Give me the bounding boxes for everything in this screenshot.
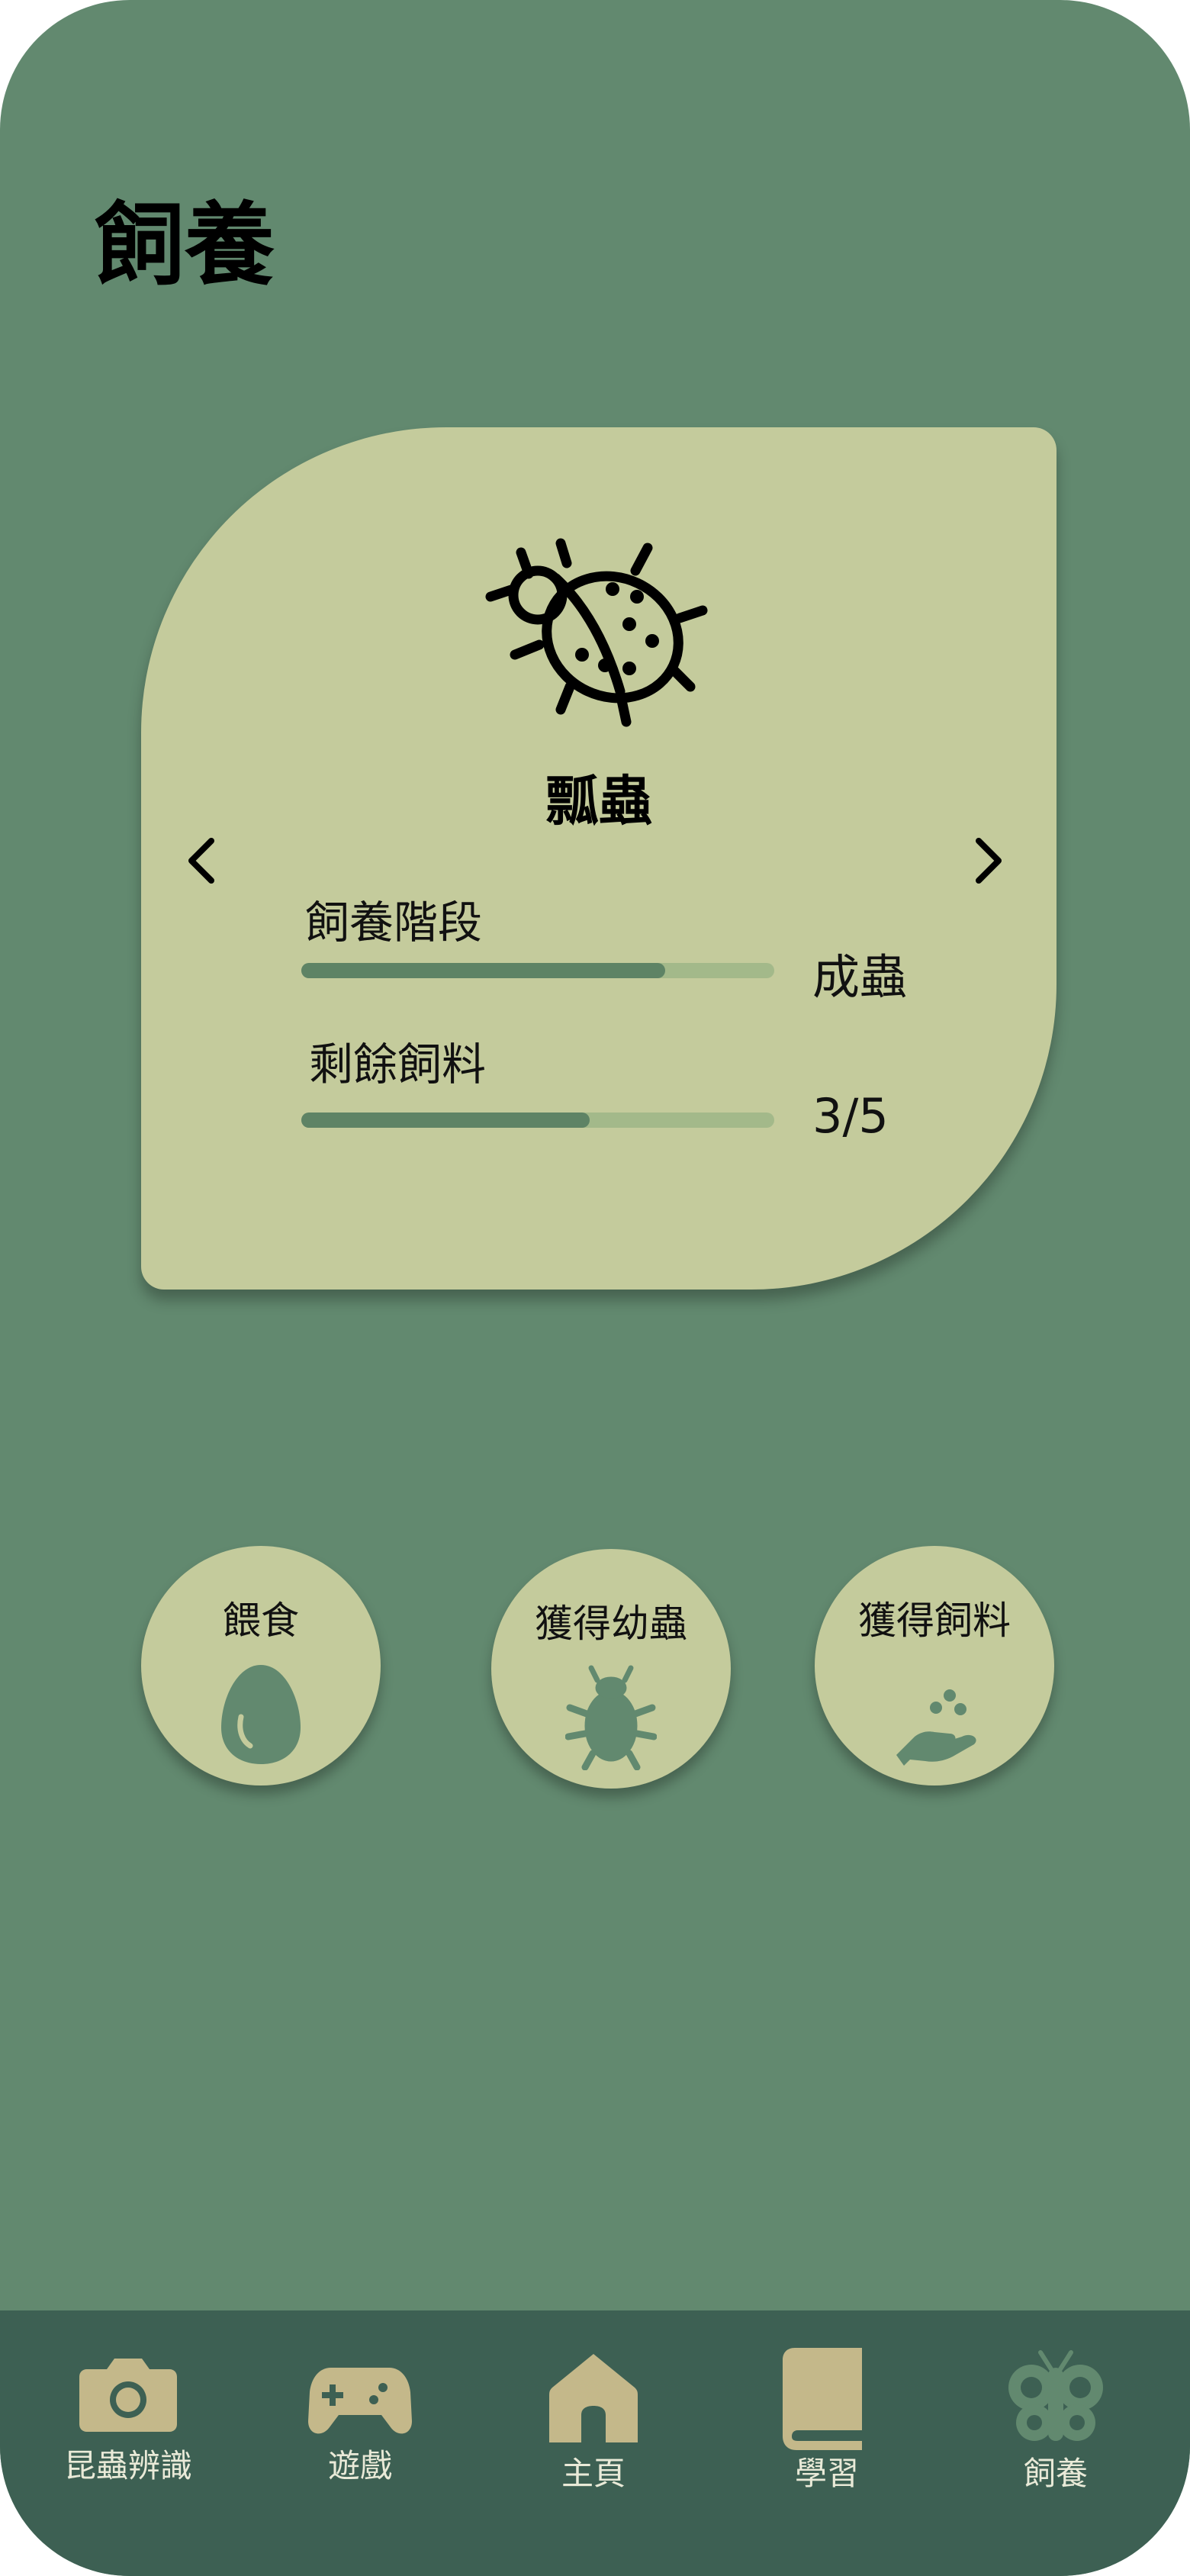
next-arrow-button[interactable] xyxy=(957,830,1018,891)
insect-name: 瓢蟲 xyxy=(545,770,652,832)
tab-games[interactable]: 遊戲 xyxy=(261,2310,459,2539)
tab-learning[interactable]: 學習 xyxy=(728,2310,926,2539)
tab-raising[interactable]: 飼養 xyxy=(957,2310,1155,2539)
stage-label: 飼養階段 xyxy=(305,897,483,948)
bottom-tab-bar: 昆蟲辨識 遊戲 主頁 學習 飼養 xyxy=(0,2310,1190,2576)
get-food-button[interactable]: 獲得飼料 xyxy=(815,1546,1054,1785)
stage-progress-bar xyxy=(301,963,774,978)
tab-insect-identify[interactable]: 昆蟲辨識 xyxy=(29,2310,227,2539)
chevron-left-icon xyxy=(188,838,214,884)
tab-label-insect-identify: 昆蟲辨識 xyxy=(63,2447,192,2484)
page-title: 飼養 xyxy=(95,192,275,298)
tab-label-learning: 學習 xyxy=(794,2455,859,2492)
egg-icon xyxy=(221,1665,301,1764)
previous-arrow-button[interactable] xyxy=(172,830,233,891)
get-larva-button[interactable]: 獲得幼蟲 xyxy=(491,1549,731,1789)
food-progress-bar xyxy=(301,1113,774,1128)
screen: 飼養 瓢蟲 飼養階段 成蟲 剩餘飼料 3/5 餵食 獲得幼蟲 獲得飼料 昆蟲辨識… xyxy=(0,0,1190,2576)
feed-button[interactable]: 餵食 xyxy=(141,1546,381,1785)
tab-label-raising: 飼養 xyxy=(1023,2455,1088,2492)
insect-card: 瓢蟲 飼養階段 成蟲 剩餘飼料 3/5 xyxy=(141,427,1057,1290)
book-icon xyxy=(783,2348,862,2450)
feed-label: 餵食 xyxy=(223,1599,299,1643)
tab-label-games: 遊戲 xyxy=(327,2447,392,2484)
food-progress-fill xyxy=(301,1113,590,1128)
ladybug-icon xyxy=(485,538,708,727)
butterfly-icon xyxy=(1008,2350,1103,2441)
gamepad-icon xyxy=(308,2368,412,2434)
get-larva-label: 獲得幼蟲 xyxy=(535,1602,687,1646)
stage-progress-fill xyxy=(301,963,666,978)
bug-silhouette-icon xyxy=(565,1665,657,1770)
get-food-label: 獲得飼料 xyxy=(858,1599,1011,1643)
home-icon xyxy=(549,2354,638,2442)
chevron-right-icon xyxy=(976,838,1002,884)
tab-home[interactable]: 主頁 xyxy=(494,2310,693,2539)
food-label: 剩餘飼料 xyxy=(309,1038,487,1090)
camera-icon xyxy=(79,2359,177,2432)
hand-feed-icon xyxy=(896,1689,976,1766)
tab-label-home: 主頁 xyxy=(561,2455,626,2492)
stage-value: 成蟲 xyxy=(812,949,908,1005)
food-value: 3/5 xyxy=(812,1088,889,1144)
